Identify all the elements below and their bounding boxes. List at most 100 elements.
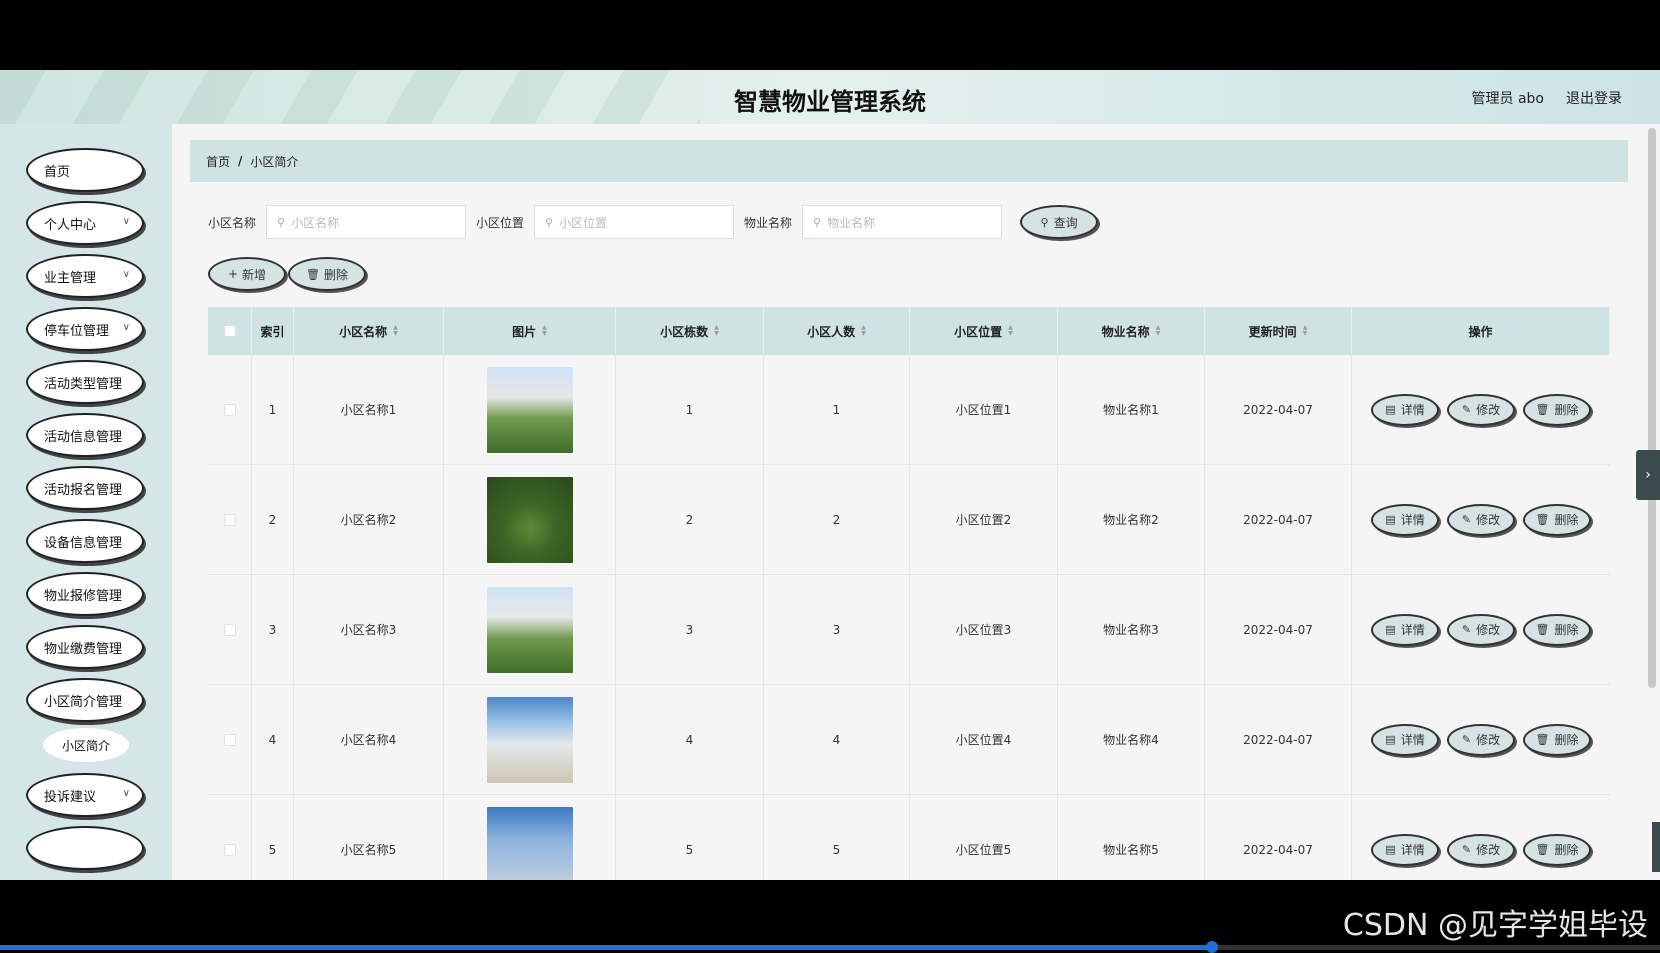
- cell-location-text: 小区位置2: [955, 513, 1012, 527]
- header-people[interactable]: 小区人数 ▲ ▼: [764, 307, 910, 355]
- community-photo[interactable]: [486, 806, 573, 880]
- delete-button[interactable]: 🗑 删除: [1523, 723, 1591, 756]
- sidebar-item[interactable]: 物业报修管理: [26, 572, 144, 616]
- breadcrumb-home[interactable]: 首页: [206, 153, 230, 170]
- cell-buildings-text: 1: [685, 402, 694, 417]
- community-photo[interactable]: [486, 366, 573, 453]
- sidebar-item[interactable]: 活动信息管理: [26, 413, 144, 457]
- header-name[interactable]: 小区名称 ▲ ▼: [294, 307, 444, 355]
- cell-buildings-text: 4: [685, 732, 694, 747]
- chevron-right-icon[interactable]: ›: [1636, 450, 1660, 500]
- sort-icon[interactable]: ▲ ▼: [393, 325, 398, 337]
- video-progress-handle[interactable]: [1205, 941, 1218, 953]
- header-buildings[interactable]: 小区栋数 ▲ ▼: [616, 307, 764, 355]
- cell-property-text: 物业名称3: [1103, 623, 1159, 637]
- header-image[interactable]: 图片 ▲ ▼: [444, 307, 616, 355]
- sidebar-item[interactable]: 投诉建议 ∨: [26, 773, 144, 817]
- cell-property-text: 物业名称1: [1103, 403, 1159, 417]
- community-photo[interactable]: [486, 586, 573, 673]
- delete-button[interactable]: 🗑 删除: [1523, 613, 1591, 646]
- edit-button[interactable]: ✎ 修改: [1447, 833, 1515, 866]
- sidebar-item[interactable]: 业主管理 ∨: [26, 254, 144, 298]
- detail-button[interactable]: ▤ 详情: [1371, 833, 1439, 866]
- sort-icon[interactable]: ▲ ▼: [1008, 325, 1013, 337]
- search-location-label: 小区位置: [476, 215, 525, 230]
- logout-link[interactable]: 退出登录: [1566, 88, 1622, 108]
- header-updated[interactable]: 更新时间 ▲ ▼: [1205, 307, 1352, 355]
- video-progress-bar[interactable]: [0, 941, 1660, 953]
- app-window: 智慧物业管理系统 管理员 abo 退出登录 首页 个人中心 ∨ 业主管理 ∨ 停车位管理 ∨…: [0, 70, 1660, 880]
- row-checkbox[interactable]: [223, 403, 236, 416]
- search-name-input[interactable]: ⚲ 小区名称: [266, 205, 467, 239]
- search-location-input[interactable]: ⚲ 小区位置: [534, 205, 735, 239]
- pencil-icon: ✎: [1461, 623, 1472, 636]
- table-row: 2 小区名称2 2 2 小区位置2 物业名称2 2022-04-07 ▤ 详情 ✎ 修改 🗑 删除: [208, 465, 1610, 575]
- video-progress-fill: [0, 945, 1212, 950]
- cell-people-text: 1: [832, 402, 841, 417]
- detail-button[interactable]: ▤ 详情: [1371, 503, 1439, 536]
- row-checkbox[interactable]: [223, 513, 236, 526]
- sidebar-item[interactable]: 设备信息管理: [26, 519, 144, 563]
- cell-operations: ▤ 详情 ✎ 修改 🗑 删除: [1352, 575, 1610, 684]
- cell-updated-text: 2022-04-07: [1243, 732, 1313, 747]
- batch-delete-button[interactable]: 🗑 删除: [288, 257, 366, 291]
- row-checkbox[interactable]: [223, 843, 236, 856]
- cell-name: 小区名称1: [294, 355, 444, 464]
- detail-button[interactable]: ▤ 详情: [1371, 613, 1439, 646]
- delete-button[interactable]: 🗑 删除: [1523, 393, 1591, 426]
- community-photo[interactable]: [486, 696, 573, 783]
- cell-people: 1: [764, 355, 910, 464]
- cell-name-text: 小区名称2: [340, 513, 397, 527]
- letterbox-top: [0, 0, 1660, 70]
- scroll-bottom-handle[interactable]: [1652, 822, 1660, 872]
- row-checkbox[interactable]: [223, 733, 236, 746]
- cell-buildings-text: 2: [685, 512, 694, 527]
- sort-icon[interactable]: ▲ ▼: [1303, 325, 1308, 337]
- cell-index-text: 3: [268, 622, 277, 637]
- sidebar-item-partial[interactable]: [26, 826, 144, 870]
- header-property[interactable]: 物业名称 ▲ ▼: [1058, 307, 1205, 355]
- sort-icon[interactable]: ▲ ▼: [542, 325, 547, 337]
- edit-button-label: 修改: [1476, 403, 1501, 417]
- cell-index: 2: [252, 465, 294, 574]
- scrollbar-thumb[interactable]: [1648, 128, 1656, 688]
- edit-button[interactable]: ✎ 修改: [1447, 723, 1515, 756]
- sidebar-item[interactable]: 首页: [26, 148, 144, 192]
- delete-button[interactable]: 🗑 删除: [1523, 503, 1591, 536]
- edit-button[interactable]: ✎ 修改: [1447, 503, 1515, 536]
- sidebar-subitem-community-intro[interactable]: 小区简介: [43, 728, 129, 762]
- sidebar-item[interactable]: 活动类型管理: [26, 360, 144, 404]
- detail-button[interactable]: ▤ 详情: [1371, 723, 1439, 756]
- sidebar-item[interactable]: 活动报名管理: [26, 466, 144, 510]
- select-all-checkbox[interactable]: [223, 325, 236, 337]
- header-location-label: 小区位置: [954, 324, 1003, 339]
- edit-button[interactable]: ✎ 修改: [1447, 393, 1515, 426]
- pencil-icon: ✎: [1461, 733, 1472, 746]
- cell-people: 4: [764, 685, 910, 794]
- community-photo[interactable]: [486, 476, 573, 563]
- delete-button[interactable]: 🗑 删除: [1523, 833, 1591, 866]
- add-button[interactable]: + 新增: [208, 257, 286, 291]
- header-location[interactable]: 小区位置 ▲ ▼: [910, 307, 1058, 355]
- detail-button[interactable]: ▤ 详情: [1371, 393, 1439, 426]
- header-operations-label: 操作: [1468, 324, 1493, 339]
- row-checkbox[interactable]: [223, 623, 236, 636]
- sidebar-item[interactable]: 小区简介管理: [26, 678, 144, 722]
- table-header: 索引 小区名称 ▲ ▼ 图片 ▲ ▼ 小区栋数 ▲ ▼ 小区人数 ▲ ▼ 小区位置 ▲ ▼ 物业名称…: [208, 307, 1610, 355]
- query-button[interactable]: ⚲ 查询: [1020, 205, 1099, 239]
- chevron-down-icon: ∨: [122, 269, 130, 280]
- search-property-input[interactable]: ⚲ 物业名称: [802, 205, 1003, 239]
- sidebar-item[interactable]: 停车位管理 ∨: [26, 307, 144, 351]
- edit-button[interactable]: ✎ 修改: [1447, 613, 1515, 646]
- sort-icon[interactable]: ▲ ▼: [861, 325, 866, 337]
- breadcrumb: 首页 / 小区简介: [190, 140, 1628, 182]
- cell-name: 小区名称4: [294, 685, 444, 794]
- sidebar-item[interactable]: 物业缴费管理: [26, 625, 144, 669]
- sidebar-item[interactable]: 个人中心 ∨: [26, 201, 144, 245]
- watermark-text: CSDN @见字学姐毕设: [1342, 908, 1648, 943]
- chevron-down-icon: ∨: [122, 788, 130, 799]
- app-title: 智慧物业管理系统: [734, 88, 926, 116]
- sort-icon[interactable]: ▲ ▼: [714, 325, 719, 337]
- sort-icon[interactable]: ▲ ▼: [1156, 325, 1161, 337]
- vertical-scrollbar[interactable]: [1644, 124, 1660, 880]
